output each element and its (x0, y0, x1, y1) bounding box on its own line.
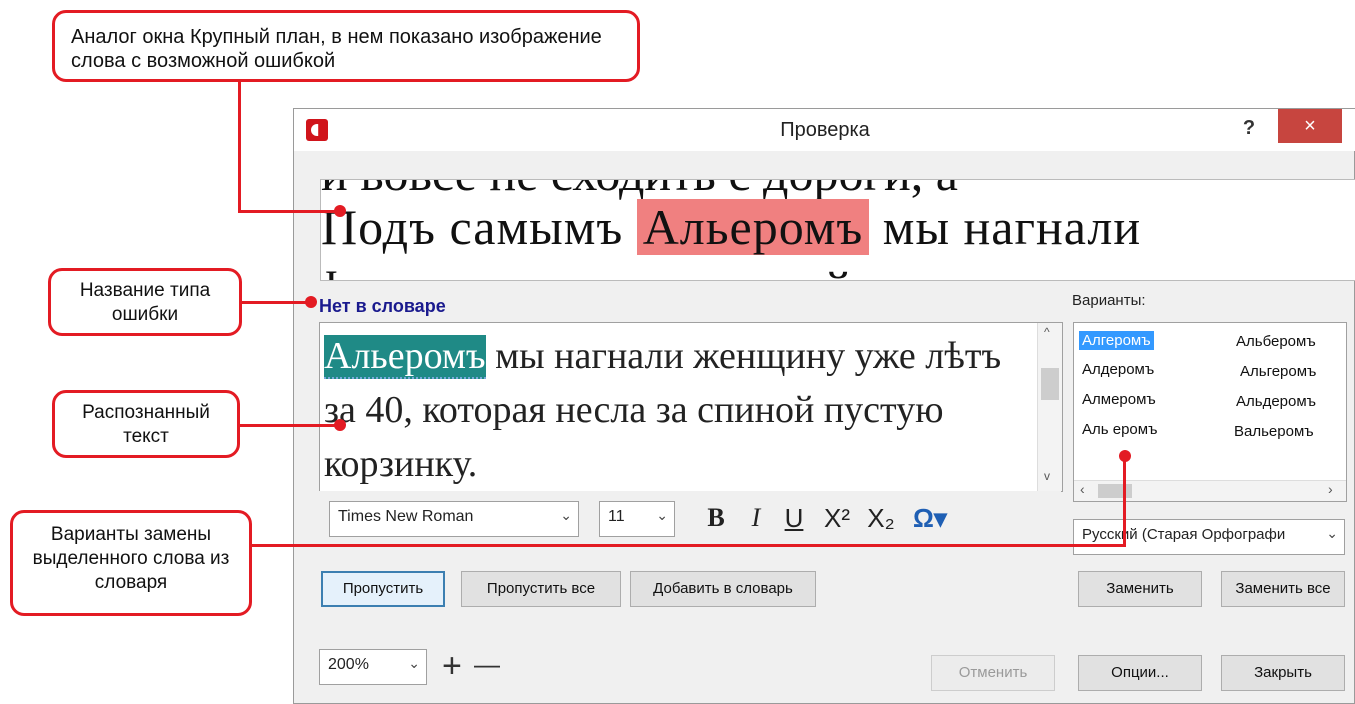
callout-recognized-pointer (334, 419, 346, 431)
replace-all-button[interactable]: Заменить все (1221, 571, 1345, 607)
closeup-image: и вовсе не сходить с дороги, а Подъ самы… (320, 179, 1355, 281)
scrollbar-thumb[interactable] (1098, 484, 1132, 498)
chevron-down-icon: ⌄ (1326, 525, 1338, 541)
variants-list[interactable]: Алгеромъ Алдеромъ Алмеромъ Аль еромъ Аль… (1073, 322, 1347, 502)
zoom-out-button[interactable]: — (474, 649, 500, 679)
underline-button[interactable]: U (779, 503, 809, 534)
callout-error-type-pointer (305, 296, 317, 308)
scroll-up-icon[interactable]: ^ (1044, 325, 1050, 339)
dialog-title: Проверка (780, 119, 870, 141)
callout-variants: Варианты замены выделенного слова из сло… (10, 510, 252, 616)
variant-item[interactable]: Вальеромъ (1234, 423, 1314, 440)
scroll-left-icon[interactable]: ‹ (1080, 481, 1085, 497)
recognized-text-panel[interactable]: Альеромъ мы нагнали женщину уже лѣтъ за … (319, 322, 1063, 492)
options-button[interactable]: Опции... (1078, 655, 1202, 691)
callout-error-type-line (242, 301, 312, 304)
add-to-dictionary-button[interactable]: Добавить в словарь (630, 571, 816, 607)
callout-closeup: Аналог окна Крупный план, в нем показано… (52, 10, 640, 82)
callout-recognized-line (240, 424, 340, 427)
variant-item[interactable]: Алмеромъ (1082, 391, 1156, 408)
chevron-down-icon: ⌄ (656, 507, 668, 523)
italic-button[interactable]: I (741, 503, 771, 533)
variant-item[interactable]: Альдеромъ (1236, 393, 1316, 410)
callout-closeup-line-vertical (238, 82, 241, 212)
insert-symbol-button[interactable]: Ω▾ (905, 503, 955, 534)
recognized-text-scrollbar[interactable]: ^ v (1037, 323, 1062, 491)
scroll-right-icon[interactable]: › (1328, 481, 1333, 497)
callout-closeup-pointer (334, 205, 346, 217)
close-button[interactable]: Закрыть (1221, 655, 1345, 691)
scroll-down-icon[interactable]: v (1044, 469, 1050, 483)
font-size-value: 11 (608, 508, 625, 525)
closeup-text-before: Подъ самымъ (321, 199, 637, 255)
close-window-button[interactable]: × (1278, 109, 1342, 143)
callout-variants-line-horizontal (252, 544, 1126, 547)
font-family-select[interactable]: Times New Roman ⌄ (329, 501, 579, 537)
font-family-value: Times New Roman (338, 508, 474, 525)
callout-closeup-line-horizontal (238, 210, 338, 213)
callout-variants-line-vertical (1123, 456, 1126, 547)
recognized-highlighted-word[interactable]: Альеромъ (324, 335, 486, 379)
callout-variants-pointer (1119, 450, 1131, 462)
closeup-text-after: мы нагнали (869, 199, 1142, 255)
error-type-label: Нет в словаре (319, 296, 446, 316)
language-value: Русский (Старая Орфографи (1082, 526, 1286, 543)
zoom-select[interactable]: 200% ⌄ (319, 649, 427, 685)
recognized-text[interactable]: Альеромъ мы нагнали женщину уже лѣтъ за … (324, 329, 1024, 491)
language-select[interactable]: Русский (Старая Орфографи ⌄ (1073, 519, 1345, 555)
variant-item[interactable]: Аль еромъ (1082, 421, 1157, 438)
closeup-line-bottom: ѣ посредствомъ длинной веревки, за (321, 260, 1098, 280)
superscript-button[interactable]: X² (817, 503, 857, 534)
title-bar: Проверка ? × (294, 109, 1355, 151)
zoom-in-button[interactable]: + (442, 649, 462, 683)
font-size-select[interactable]: 11 ⌄ (599, 501, 675, 537)
variant-item[interactable]: Альгеромъ (1240, 363, 1316, 380)
callout-recognized-text: Распознанный текст (52, 390, 240, 458)
chevron-down-icon: ⌄ (560, 507, 572, 523)
chevron-down-icon: ⌄ (408, 655, 420, 671)
zoom-value: 200% (328, 656, 369, 673)
closeup-line-main: Подъ самымъ Альеромъ мы нагнали (321, 198, 1141, 256)
undo-button[interactable]: Отменить (931, 655, 1055, 691)
variants-horizontal-scrollbar[interactable]: ‹ › (1074, 480, 1346, 501)
closeup-highlighted-word: Альеромъ (636, 199, 870, 255)
check-dialog: Проверка ? × и вовсе не сходить с дороги… (293, 108, 1355, 704)
format-toolbar: Times New Roman ⌄ 11 ⌄ B I U X² X₂ Ω▾ (319, 491, 1061, 547)
callout-error-type: Название типа ошибки (48, 268, 242, 336)
replace-button[interactable]: Заменить (1078, 571, 1202, 607)
variant-item[interactable]: Альберомъ (1236, 333, 1316, 350)
variant-item[interactable]: Алгеромъ (1079, 331, 1154, 350)
variant-item[interactable]: Алдеромъ (1082, 361, 1154, 378)
bold-button[interactable]: B (701, 503, 731, 533)
skip-all-button[interactable]: Пропустить все (461, 571, 621, 607)
variants-label: Варианты: (1072, 292, 1146, 309)
scrollbar-thumb[interactable] (1041, 368, 1059, 400)
help-button[interactable]: ? (1234, 113, 1264, 143)
subscript-button[interactable]: X₂ (861, 503, 901, 534)
skip-button[interactable]: Пропустить (321, 571, 445, 607)
